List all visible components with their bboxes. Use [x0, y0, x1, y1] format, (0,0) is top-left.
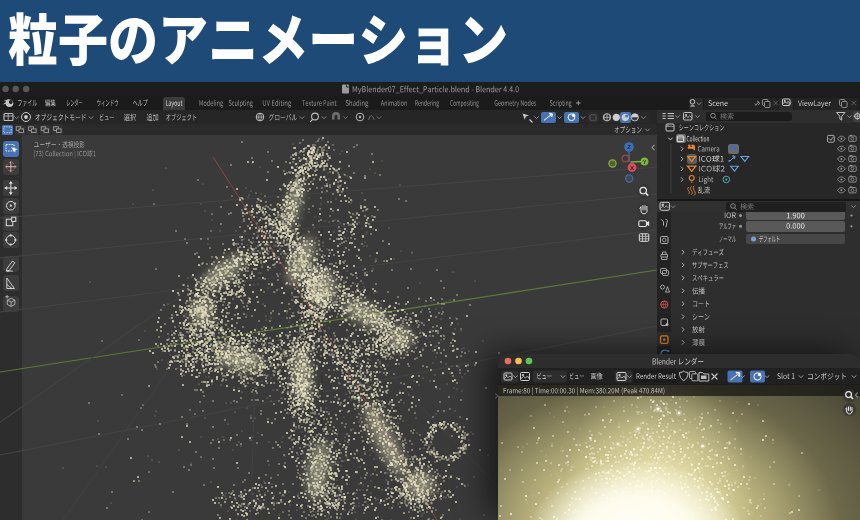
- svg-text:Y: Y: [643, 159, 647, 165]
- svg-text:X: X: [630, 165, 634, 171]
- svg-text:Z: Z: [627, 144, 631, 150]
